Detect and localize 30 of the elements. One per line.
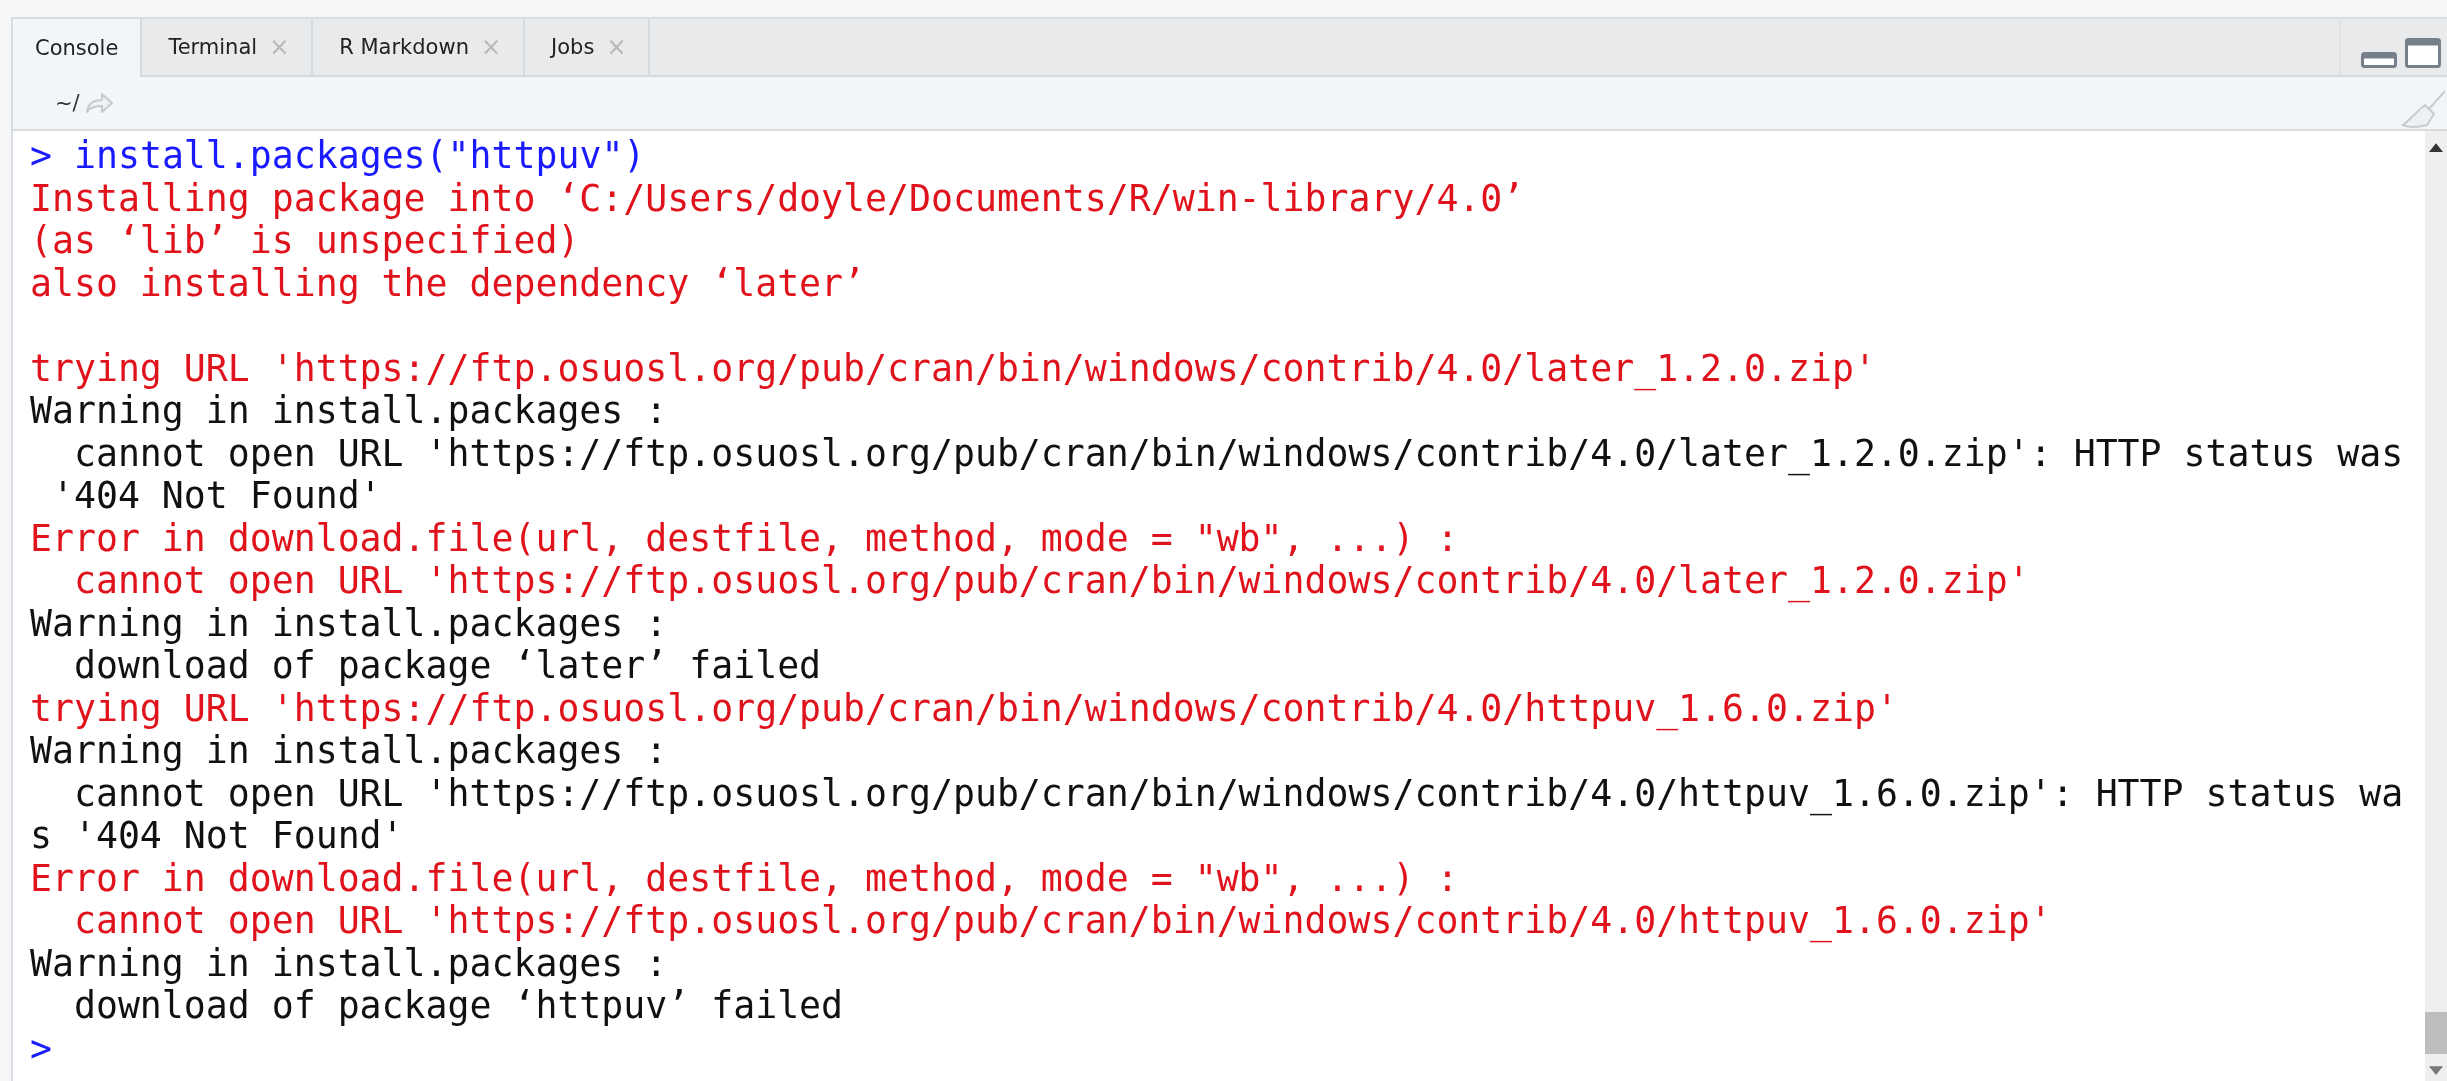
message-text: trying URL 'https://ftp.osuosl.org/pub/cran/bin/windows/contrib/4.0/httpuv_1.6.0.zip' [30,686,1898,730]
message-text: Error in download.file(url, destfile, method, mode = "wb", ...) : [30,856,1459,900]
scrollbar-thumb[interactable] [2425,1012,2447,1054]
output-text: '404 Not Found' [50,474,382,517]
output-text: Warning in install.packages : [30,729,668,772]
working-directory: ~/ [55,91,80,115]
output-text: Warning in install.packages : [30,941,668,985]
scrollbar[interactable] [2425,131,2447,1081]
message-text: trying URL 'https://ftp.osuosl.org/pub/cran/bin/windows/contrib/4.0/later_1.2.0.zip' [30,346,1876,390]
scroll-down-icon[interactable] [2429,1066,2443,1075]
scroll-up-icon[interactable] [2429,143,2443,152]
message-text: also installing the dependency ‘later’ [30,261,866,305]
output-text: cannot open URL 'https://ftp.osuosl.org/pub/cran/bin/windows/contrib/4.0/later_1.2.0.zip': HTTP status was [72,431,2404,475]
command-text: install.packages("httpuv") [74,134,646,177]
message-text: cannot open URL 'https://ftp.osuosl.org/pub/cran/bin/windows/contrib/4.0/httpuv_1.6.0.zip' [72,899,2052,942]
output-text: Warning in install.packages : [30,601,668,645]
output-text: Warning in install.packages : [30,389,668,432]
message-text: Error in download.file(url, destfile, method, mode = "wb", ...) : [30,516,1459,560]
message-text: cannot open URL 'https://ftp.osuosl.org/pub/cran/bin/windows/contrib/4.0/later_1.2.0.zip' [72,559,2030,602]
output-text: download of package ‘later’ failed [72,644,822,687]
tab[interactable]: Console [13,19,143,77]
output-text: s '404 Not Found' [30,814,404,857]
minimize-icon[interactable] [2361,52,2397,68]
output-text: download of package ‘httpuv’ failed [72,984,844,1027]
maximize-icon[interactable] [2405,38,2441,68]
output-text: cannot open URL 'https://ftp.osuosl.org/pub/cran/bin/windows/contrib/4.0/httpuv_1.6.0.zip': HTTP status wa [72,771,2404,815]
prompt-symbol: > [30,1026,52,1070]
message-text: (as ‘lib’ is unspecified) [30,219,580,262]
prompt-symbol: > [30,134,52,177]
message-text: Installing package into ‘C:/Users/doyle/Documents/R/win-library/4.0’ [30,176,1525,220]
